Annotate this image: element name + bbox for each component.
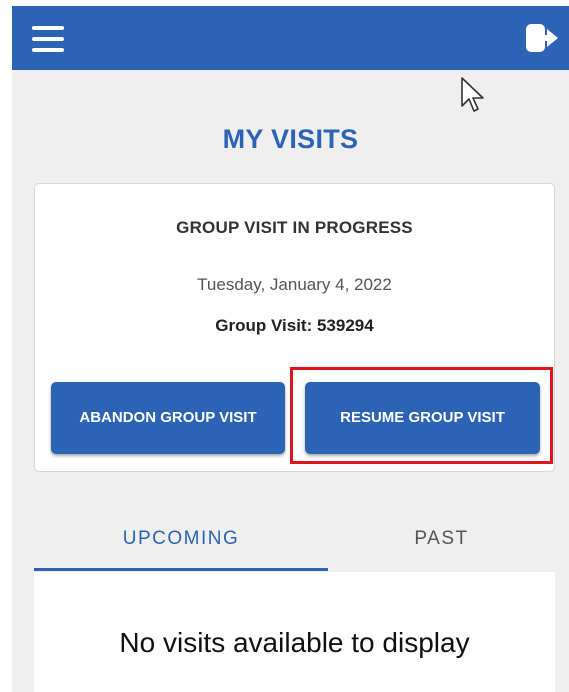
mouse-cursor-icon: [460, 76, 486, 114]
active-tab-indicator: [34, 568, 328, 571]
app-screen: MY VISITS GROUP VISIT IN PROGRESS Tuesda…: [0, 0, 569, 692]
tab-upcoming[interactable]: UPCOMING: [34, 508, 328, 570]
abandon-group-visit-button[interactable]: ABANDON GROUP VISIT: [51, 382, 285, 454]
page-title: MY VISITS: [222, 124, 359, 154]
visits-list: No visits available to display: [34, 572, 555, 692]
group-visit-id: Group Visit: 539294: [215, 316, 374, 335]
empty-list-message: No visits available to display: [119, 627, 470, 658]
hamburger-menu-icon[interactable]: [32, 26, 64, 52]
card-heading: GROUP VISIT IN PROGRESS: [176, 218, 413, 237]
resume-button-highlight-box: [290, 367, 553, 464]
tab-past[interactable]: PAST: [328, 508, 555, 570]
visit-date: Tuesday, January 4, 2022: [197, 275, 392, 294]
logout-icon[interactable]: [525, 22, 559, 54]
app-header: [12, 6, 569, 70]
visit-tabs: UPCOMING PAST: [34, 508, 555, 571]
